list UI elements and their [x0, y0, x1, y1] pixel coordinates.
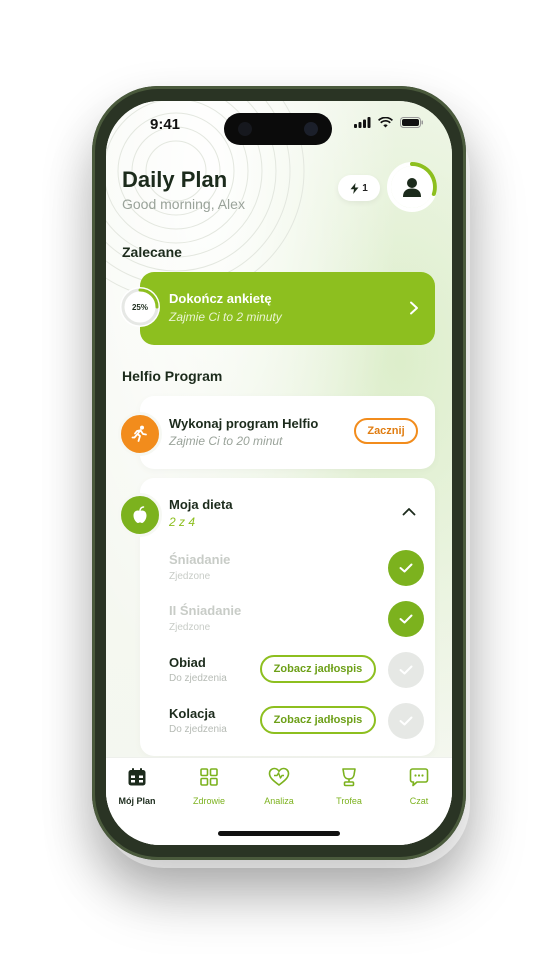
- survey-card[interactable]: [140, 272, 435, 345]
- survey-subtitle: Zajmie Ci to 2 minuty: [169, 310, 282, 324]
- calendar-icon: [128, 768, 146, 786]
- streak-count: 1: [362, 182, 368, 194]
- view-menu-button[interactable]: Zobacz jadłospis: [260, 655, 376, 683]
- dynamic-island: [224, 113, 332, 145]
- greeting: Good morning, Alex: [122, 196, 245, 212]
- camera: [304, 122, 318, 136]
- check-icon: [399, 665, 413, 675]
- check-icon: [399, 563, 413, 573]
- tab-my-plan[interactable]: Mój Plan: [106, 767, 168, 806]
- survey-progress-badge: 25%: [120, 287, 160, 327]
- section-title-recommended: Zalecane: [122, 244, 182, 260]
- tab-trophies[interactable]: Trofea: [318, 767, 380, 806]
- meal-name: Kolacja: [169, 706, 216, 721]
- meal-status: Zjedzone: [169, 571, 211, 582]
- meal-status: Do zjedzenia: [169, 673, 227, 684]
- status-icons: [354, 117, 424, 128]
- survey-progress-label: 25%: [131, 302, 148, 312]
- tab-health[interactable]: Zdrowie: [178, 767, 240, 806]
- meal-check-button[interactable]: [388, 550, 424, 586]
- tab-chat[interactable]: Czat: [388, 767, 450, 806]
- status-time: 9:41: [150, 116, 181, 133]
- meal-check-button[interactable]: [388, 601, 424, 637]
- chevron-right-icon: [410, 301, 418, 315]
- home-indicator[interactable]: [218, 831, 340, 836]
- view-menu-button[interactable]: Zobacz jadłospis: [260, 706, 376, 734]
- page-title: Daily Plan: [122, 167, 228, 192]
- sensor: [238, 122, 252, 136]
- tab-label: Trofea: [336, 796, 362, 806]
- tab-label: Zdrowie: [192, 796, 225, 806]
- grid-icon: [200, 768, 218, 786]
- section-title-program: Helfio Program: [122, 368, 223, 384]
- streak-badge[interactable]: 1: [338, 175, 380, 201]
- tab-label: Analiza: [264, 796, 294, 806]
- tab-analysis[interactable]: Analiza: [248, 767, 310, 806]
- profile-avatar[interactable]: [386, 161, 438, 213]
- bolt-icon: [350, 182, 359, 194]
- check-icon: [399, 614, 413, 624]
- tab-label: Czat: [409, 796, 429, 806]
- chat-icon: [409, 768, 429, 787]
- user-icon: [403, 178, 421, 197]
- program-task-subtitle: Zajmie Ci to 20 minut: [169, 434, 283, 448]
- diet-title: Moja dieta: [169, 497, 233, 512]
- meal-check-button[interactable]: [388, 703, 424, 739]
- meal-status: Do zjedzenia: [169, 724, 227, 735]
- tab-label: Mój Plan: [118, 796, 156, 806]
- running-icon: [131, 425, 147, 442]
- diet-icon-badge: [118, 493, 162, 537]
- survey-title: Dokończ ankietę: [169, 291, 272, 306]
- trophy-icon: [342, 768, 356, 787]
- chevron-up-icon[interactable]: [402, 507, 416, 516]
- meal-check-button[interactable]: [388, 652, 424, 688]
- battery-icon: [400, 117, 423, 128]
- heart-icon: [268, 767, 290, 787]
- program-task-title: Wykonaj program Helfio: [169, 416, 319, 431]
- check-icon: [399, 716, 413, 726]
- signal-icon: [354, 117, 371, 128]
- meal-status: Zjedzone: [169, 622, 211, 633]
- avatar: [391, 166, 433, 208]
- start-button[interactable]: Zacznij: [354, 418, 418, 444]
- meal-name: II Śniadanie: [169, 603, 242, 618]
- meal-name: Obiad: [169, 655, 206, 670]
- program-icon-badge: [118, 412, 162, 456]
- diet-progress: 2 z 4: [169, 515, 196, 529]
- wifi-icon: [378, 117, 393, 128]
- app-screen: 9:41 Daily Plan Good morning, Alex 1 Zal…: [106, 101, 452, 845]
- apple-icon: [133, 506, 147, 523]
- meal-name: Śniadanie: [169, 552, 231, 567]
